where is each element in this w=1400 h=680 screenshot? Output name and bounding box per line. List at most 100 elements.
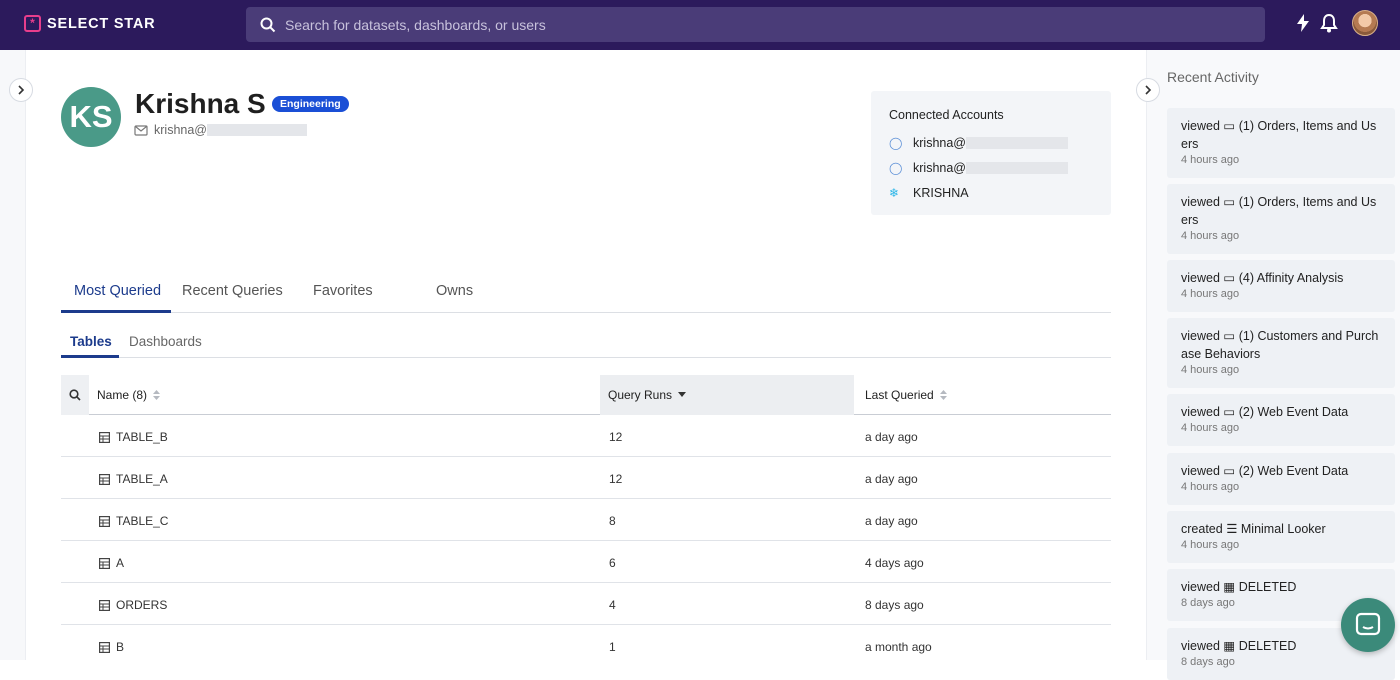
redacted-block	[966, 136, 1068, 149]
table-name-cell[interactable]: ORDERS	[99, 598, 167, 612]
table-name-cell[interactable]: TABLE_A	[99, 472, 168, 486]
table-icon	[99, 599, 110, 611]
activity-item[interactable]: viewed ▭ (2) Web Event Data 4 hours ago	[1167, 453, 1395, 505]
activity-text: created ☰ Minimal Looker	[1181, 522, 1326, 536]
database-icon: ☰	[1226, 522, 1238, 536]
table-row[interactable]: TABLE_B 12 a day ago	[61, 415, 1111, 457]
dashboard-icon: ▭	[1223, 329, 1236, 343]
search-icon	[260, 17, 276, 32]
snowflake-icon: ❄	[889, 185, 900, 200]
logo-mark-icon: *	[24, 15, 41, 32]
table-icon	[99, 431, 110, 443]
subtab-dashboards[interactable]: Dashboards	[129, 334, 202, 349]
column-header-query-runs[interactable]: Query Runs	[608, 388, 687, 402]
activity-item[interactable]: viewed ▭ (2) Web Event Data 4 hours ago	[1167, 394, 1395, 446]
activity-time: 4 hours ago	[1181, 539, 1240, 551]
table-search-button[interactable]	[61, 375, 89, 415]
app-logo[interactable]: * SELECT STAR	[24, 15, 155, 32]
subtab-tables[interactable]: Tables	[70, 334, 112, 349]
last-queried-cell: 8 days ago	[865, 598, 924, 612]
chevron-right-icon	[1145, 85, 1152, 95]
last-queried-cell: 4 days ago	[865, 556, 924, 570]
connected-account-item: ◯ krishna@	[889, 130, 1093, 155]
looker-icon: ◯	[889, 160, 903, 175]
recent-activity-title: Recent Activity	[1167, 69, 1259, 85]
expand-sidebar-button[interactable]	[9, 78, 33, 102]
header-label: Name (8)	[97, 388, 148, 402]
table-name-cell[interactable]: A	[99, 556, 124, 570]
chat-support-button[interactable]	[1341, 598, 1395, 652]
lightning-icon[interactable]	[1296, 14, 1310, 32]
search-input[interactable]	[285, 16, 1185, 33]
collapse-activity-panel-button[interactable]	[1136, 78, 1160, 102]
asset-subtabs: Tables Dashboards	[61, 325, 1111, 358]
query-runs-cell: 4	[609, 598, 616, 612]
table-name: A	[116, 556, 125, 570]
profile-avatar: KS	[61, 87, 121, 147]
table-name-cell[interactable]: TABLE_C	[99, 514, 168, 528]
tab-favorites[interactable]: Favorites	[313, 283, 373, 299]
table-row[interactable]: TABLE_C 8 a day ago	[61, 499, 1111, 541]
table-icon	[99, 515, 110, 527]
activity-time: 4 hours ago	[1181, 364, 1240, 376]
activity-item[interactable]: viewed ▭ (1) Orders, Items and Users 4 h…	[1167, 108, 1395, 178]
activity-text: viewed ▭ (1) Customers and Purchase Beha…	[1181, 329, 1379, 361]
table-name: TABLE_C	[116, 514, 169, 528]
query-runs-cell: 8	[609, 514, 616, 528]
query-runs-cell: 12	[609, 472, 623, 486]
table-header: Name (8) Query Runs Last Queried	[61, 375, 1111, 415]
table-name: TABLE_A	[116, 472, 168, 486]
search-icon	[69, 389, 81, 401]
global-search[interactable]	[246, 7, 1265, 42]
last-queried-cell: a day ago	[865, 472, 918, 486]
app-name: SELECT STAR	[47, 15, 156, 32]
table-row[interactable]: B 1 a month ago	[61, 625, 1111, 667]
column-header-name[interactable]: Name (8)	[97, 388, 161, 402]
tab-owns[interactable]: Owns	[436, 283, 473, 299]
connected-accounts-card: Connected Accounts ◯ krishna@ ◯ krishna@…	[871, 91, 1111, 215]
tab-recent-queries[interactable]: Recent Queries	[182, 283, 283, 299]
redacted-block	[207, 124, 307, 136]
activity-text: viewed ▭ (1) Orders, Items and Users	[1181, 195, 1377, 227]
table-icon	[99, 641, 110, 653]
activity-time: 4 hours ago	[1181, 154, 1240, 166]
activity-item[interactable]: created ☰ Minimal Looker 4 hours ago	[1167, 511, 1395, 563]
bell-icon[interactable]	[1320, 13, 1338, 33]
table-name-cell[interactable]: B	[99, 640, 124, 654]
top-navigation-bar: * SELECT STAR	[0, 0, 1400, 50]
activity-time: 8 days ago	[1181, 656, 1235, 668]
column-header-last-queried[interactable]: Last Queried	[865, 388, 947, 402]
left-sidebar-collapsed	[0, 50, 26, 660]
recent-activity-panel: Recent Activity viewed ▭ (1) Orders, Ite…	[1146, 50, 1400, 680]
connected-accounts-title: Connected Accounts	[889, 108, 1004, 122]
chevron-right-icon	[18, 85, 25, 95]
tab-most-queried[interactable]: Most Queried	[74, 283, 161, 299]
activity-item[interactable]: viewed ▭ (4) Affinity Analysis 4 hours a…	[1167, 260, 1395, 312]
activity-text: viewed ▭ (2) Web Event Data	[1181, 405, 1349, 419]
activity-item[interactable]: viewed ▭ (1) Customers and Purchase Beha…	[1167, 318, 1395, 388]
connected-account-item: ◯ krishna@	[889, 155, 1093, 180]
sort-desc-icon	[678, 392, 687, 397]
redacted-block	[966, 161, 1068, 174]
profile-tabs: Most Queried Recent Queries Favorites Ow…	[61, 270, 1111, 313]
dashboard-icon: ▭	[1223, 195, 1236, 209]
table-name-cell[interactable]: TABLE_B	[99, 430, 168, 444]
activity-item[interactable]: viewed ▭ (1) Orders, Items and Users 4 h…	[1167, 184, 1395, 254]
table-row[interactable]: TABLE_A 12 a day ago	[61, 457, 1111, 499]
query-runs-cell: 12	[609, 430, 623, 444]
table-name: ORDERS	[116, 598, 168, 612]
table-name: B	[116, 640, 125, 654]
table-icon: ▦	[1223, 580, 1236, 594]
user-avatar[interactable]	[1352, 10, 1378, 36]
team-badge[interactable]: Engineering	[272, 96, 349, 112]
table-row[interactable]: ORDERS 4 8 days ago	[61, 583, 1111, 625]
connected-account-item: ❄ KRISHNA	[889, 180, 1093, 205]
dashboard-icon: ▭	[1223, 271, 1236, 285]
query-runs-cell: 1	[609, 640, 616, 654]
sort-icon	[939, 390, 947, 400]
account-label: krishna@	[913, 160, 966, 175]
last-queried-cell: a month ago	[865, 640, 932, 654]
top-icons	[1296, 10, 1378, 36]
activity-text: viewed ▭ (2) Web Event Data	[1181, 464, 1349, 478]
table-row[interactable]: A 6 4 days ago	[61, 541, 1111, 583]
